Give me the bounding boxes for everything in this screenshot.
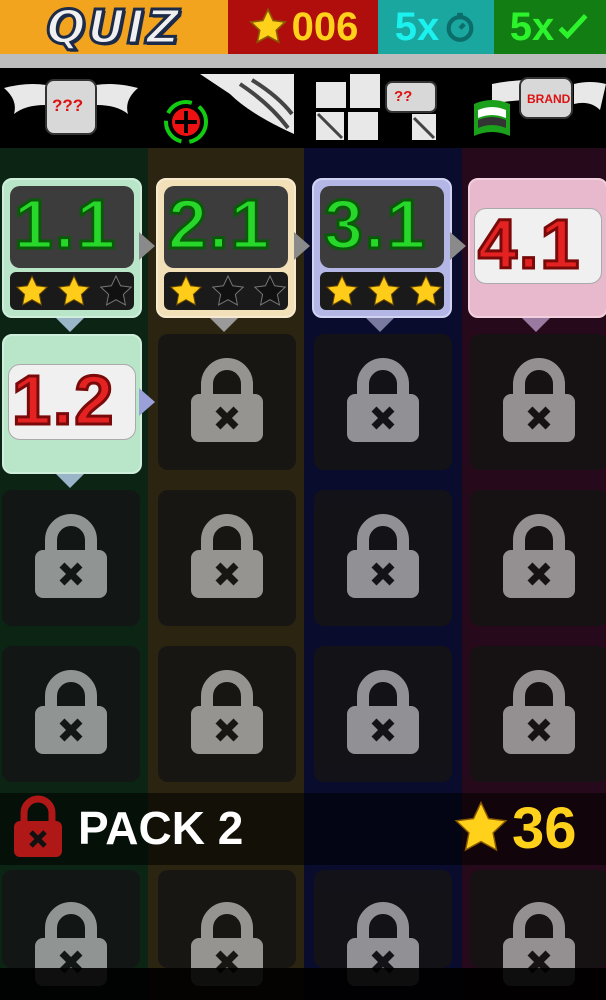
locked-level-cell[interactable] bbox=[314, 334, 452, 470]
answer-bonus-count: 5x bbox=[509, 4, 555, 49]
lock-icon bbox=[495, 356, 583, 448]
arrow-right-icon bbox=[139, 388, 155, 416]
stars-counter: 006 bbox=[228, 0, 378, 54]
locked-level-cell[interactable] bbox=[2, 646, 140, 782]
lock-icon bbox=[495, 668, 583, 760]
locked-level-cell[interactable] bbox=[314, 646, 452, 782]
divider bbox=[0, 54, 606, 68]
locked-level-cell[interactable] bbox=[470, 334, 606, 470]
level-4-1-button[interactable]: 4.1 bbox=[468, 178, 606, 318]
level-1-1-label: 1.1 bbox=[12, 184, 118, 265]
level-2-1-button[interactable]: 2.1 bbox=[156, 178, 296, 318]
level-4-1-label: 4.1 bbox=[476, 204, 582, 285]
locked-level-cell[interactable] bbox=[158, 646, 296, 782]
level-3-1-stars bbox=[325, 274, 443, 306]
arrow-right-icon bbox=[450, 232, 466, 260]
lock-icon bbox=[183, 512, 271, 604]
locked-level-cell[interactable] bbox=[314, 490, 452, 626]
arrow-down-icon bbox=[210, 318, 238, 332]
lock-icon bbox=[495, 512, 583, 604]
arrow-down-icon bbox=[522, 318, 550, 332]
puzzle-pieces-icon bbox=[316, 74, 437, 140]
red-lock-icon bbox=[14, 795, 62, 857]
mode-brand-text: BRAND bbox=[527, 92, 571, 106]
answer-bonus: 5x bbox=[494, 0, 606, 54]
mode-puzzle-text: ?? bbox=[394, 88, 413, 105]
level-2-1-stars bbox=[169, 274, 287, 306]
level-1-2-label: 1.2 bbox=[10, 360, 116, 441]
locked-level-cell[interactable] bbox=[470, 646, 606, 782]
mode-unknown-text: ??? bbox=[52, 96, 84, 115]
flag-badge-icon bbox=[474, 77, 606, 136]
mode-brand-logo[interactable]: BRAND bbox=[470, 74, 606, 146]
level-3-1-button[interactable]: 3.1 bbox=[312, 178, 452, 318]
stars-count: 006 bbox=[291, 4, 359, 49]
pack-label: PACK 2 bbox=[78, 802, 244, 854]
pack-required-stars: 36 bbox=[512, 796, 577, 861]
level-2-1-label: 2.1 bbox=[166, 184, 272, 265]
top-bar: QUIZ 006 5x 5x bbox=[0, 0, 606, 56]
arrow-right-icon bbox=[294, 232, 310, 260]
quiz-logo-panel: QUIZ bbox=[0, 0, 228, 56]
lock-icon bbox=[27, 512, 115, 604]
mode-strip: ??? ?? BRAND bbox=[0, 70, 606, 148]
lock-icon bbox=[339, 512, 427, 604]
bottom-bar bbox=[0, 968, 606, 1000]
level-1-1-button[interactable]: 1.1 bbox=[2, 178, 142, 318]
zoom-in-icon bbox=[164, 74, 294, 144]
level-1-1-stars bbox=[15, 274, 133, 306]
mode-zoom-logo[interactable] bbox=[160, 74, 294, 146]
mode-puzzle-logo[interactable]: ?? bbox=[312, 74, 446, 146]
pack-2-banner[interactable]: PACK 2 36 bbox=[0, 793, 606, 865]
star-icon bbox=[248, 7, 287, 44]
lock-icon bbox=[183, 668, 271, 760]
lock-icon bbox=[339, 356, 427, 448]
level-3-1-label: 3.1 bbox=[322, 184, 428, 265]
mode-unknown-logo[interactable]: ??? bbox=[4, 74, 138, 146]
locked-level-cell[interactable] bbox=[470, 870, 606, 986]
arrow-right-icon bbox=[139, 232, 155, 260]
lock-icon bbox=[27, 668, 115, 760]
locked-level-cell[interactable] bbox=[470, 490, 606, 626]
locked-level-cell[interactable] bbox=[158, 490, 296, 626]
stopwatch-icon bbox=[446, 12, 474, 42]
checkmark-icon bbox=[558, 13, 588, 40]
time-bonus: 5x bbox=[378, 0, 494, 54]
arrow-down-icon bbox=[56, 474, 84, 488]
lock-icon bbox=[183, 356, 271, 448]
star-icon bbox=[454, 800, 508, 852]
quiz-logo: QUIZ bbox=[45, 0, 182, 56]
locked-level-cell[interactable] bbox=[314, 870, 452, 986]
locked-level-cell[interactable] bbox=[2, 490, 140, 626]
arrow-down-icon bbox=[56, 318, 84, 332]
locked-level-cell[interactable] bbox=[2, 870, 140, 986]
arrow-down-icon bbox=[366, 318, 394, 332]
locked-level-cell[interactable] bbox=[158, 334, 296, 470]
locked-level-cell[interactable] bbox=[158, 870, 296, 986]
lock-icon bbox=[339, 668, 427, 760]
time-bonus-count: 5x bbox=[394, 4, 440, 49]
level-1-2-button[interactable]: 1.2 bbox=[2, 334, 142, 474]
